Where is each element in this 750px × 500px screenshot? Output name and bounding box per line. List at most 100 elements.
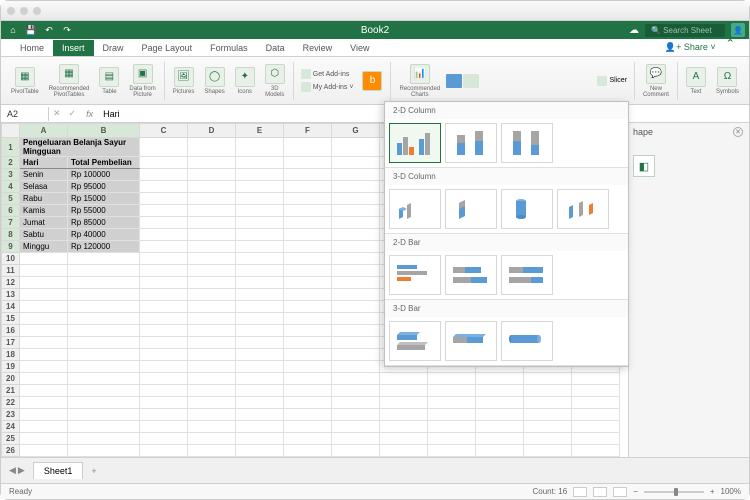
cell[interactable] (524, 385, 572, 397)
cell[interactable] (524, 445, 572, 457)
cell[interactable] (68, 409, 140, 421)
fx-icon[interactable]: fx (80, 109, 99, 119)
pivottable-icon[interactable]: ▦ (15, 67, 35, 87)
cell[interactable] (140, 289, 188, 301)
cell[interactable] (332, 157, 380, 169)
cell[interactable] (140, 301, 188, 313)
cell[interactable] (524, 433, 572, 445)
cell[interactable] (188, 313, 236, 325)
col-header[interactable]: E (236, 124, 284, 138)
tab-page-layout[interactable]: Page Layout (133, 40, 202, 56)
cell[interactable] (68, 337, 140, 349)
cell[interactable] (140, 265, 188, 277)
redo-icon[interactable]: ↷ (59, 22, 75, 38)
zoom-slider[interactable] (644, 491, 704, 493)
3d-column-option[interactable] (557, 189, 609, 229)
cell[interactable] (236, 385, 284, 397)
cell[interactable] (188, 373, 236, 385)
cell[interactable] (20, 349, 68, 361)
cell[interactable] (188, 397, 236, 409)
cell[interactable] (332, 205, 380, 217)
col-header[interactable]: C (140, 124, 188, 138)
share-button[interactable]: 👤+ Share ˅ (659, 39, 722, 56)
cell[interactable] (140, 445, 188, 457)
column-chart-icon[interactable] (446, 74, 462, 88)
cell[interactable] (284, 157, 332, 169)
cell[interactable] (236, 193, 284, 205)
row-header[interactable]: 22 (2, 397, 20, 409)
cell[interactable] (284, 361, 332, 373)
cell[interactable] (68, 253, 140, 265)
tab-insert[interactable]: Insert (53, 40, 94, 56)
cell[interactable] (68, 373, 140, 385)
name-box[interactable]: A2 (1, 107, 49, 121)
cell[interactable] (140, 421, 188, 433)
comment-icon[interactable]: 💬 (646, 64, 666, 84)
cell[interactable] (236, 265, 284, 277)
cell[interactable] (284, 433, 332, 445)
cell[interactable] (380, 385, 428, 397)
row-header[interactable]: 2 (2, 157, 20, 169)
cell[interactable] (332, 349, 380, 361)
cell[interactable] (572, 445, 620, 457)
cell[interactable] (380, 409, 428, 421)
cell[interactable] (140, 397, 188, 409)
cell[interactable] (140, 313, 188, 325)
100-stacked-column-option[interactable] (501, 123, 553, 163)
cell[interactable] (236, 433, 284, 445)
clustered-column-option[interactable] (389, 123, 441, 163)
col-header[interactable]: A (20, 124, 68, 138)
cell[interactable] (524, 397, 572, 409)
cell[interactable] (380, 421, 428, 433)
cell[interactable] (332, 337, 380, 349)
cell[interactable] (140, 253, 188, 265)
cell[interactable] (524, 409, 572, 421)
cell[interactable] (236, 277, 284, 289)
row-header[interactable]: 24 (2, 421, 20, 433)
zoom-level[interactable]: 100% (721, 487, 741, 496)
cell[interactable] (284, 253, 332, 265)
cell[interactable] (236, 241, 284, 253)
cell[interactable] (236, 397, 284, 409)
cell[interactable] (572, 421, 620, 433)
home-icon[interactable]: ⌂ (5, 22, 21, 38)
traffic-min[interactable] (20, 7, 28, 15)
cell[interactable] (284, 445, 332, 457)
cell[interactable]: Sabtu (20, 229, 68, 241)
cell[interactable] (188, 205, 236, 217)
cell[interactable] (236, 205, 284, 217)
rec-charts-icon[interactable]: 📊 (410, 64, 430, 84)
row-header[interactable]: 17 (2, 337, 20, 349)
cell[interactable] (140, 157, 188, 169)
cell[interactable] (20, 277, 68, 289)
row-header[interactable]: 23 (2, 409, 20, 421)
cell[interactable] (236, 409, 284, 421)
traffic-max[interactable] (33, 7, 41, 15)
cell[interactable]: Minggu (20, 241, 68, 253)
cell[interactable] (68, 361, 140, 373)
cell[interactable] (380, 433, 428, 445)
stacked-bar-option[interactable] (445, 255, 497, 295)
cell[interactable] (332, 241, 380, 253)
cell[interactable] (236, 313, 284, 325)
row-header[interactable]: 13 (2, 289, 20, 301)
page-break-view-icon[interactable] (613, 487, 627, 497)
cell[interactable] (428, 397, 476, 409)
cell[interactable]: Rabu (20, 193, 68, 205)
text-icon[interactable]: A (686, 67, 706, 87)
cell[interactable] (140, 193, 188, 205)
cell[interactable] (188, 409, 236, 421)
col-header[interactable]: F (284, 124, 332, 138)
cell[interactable] (188, 421, 236, 433)
cell[interactable]: Rp 40000 (68, 229, 140, 241)
cell[interactable] (20, 409, 68, 421)
cell[interactable] (188, 337, 236, 349)
col-header[interactable]: D (188, 124, 236, 138)
normal-view-icon[interactable] (573, 487, 587, 497)
cell[interactable] (284, 193, 332, 205)
cell[interactable] (20, 337, 68, 349)
cell[interactable] (524, 421, 572, 433)
cell[interactable] (68, 325, 140, 337)
cell[interactable] (140, 433, 188, 445)
cell[interactable] (188, 301, 236, 313)
